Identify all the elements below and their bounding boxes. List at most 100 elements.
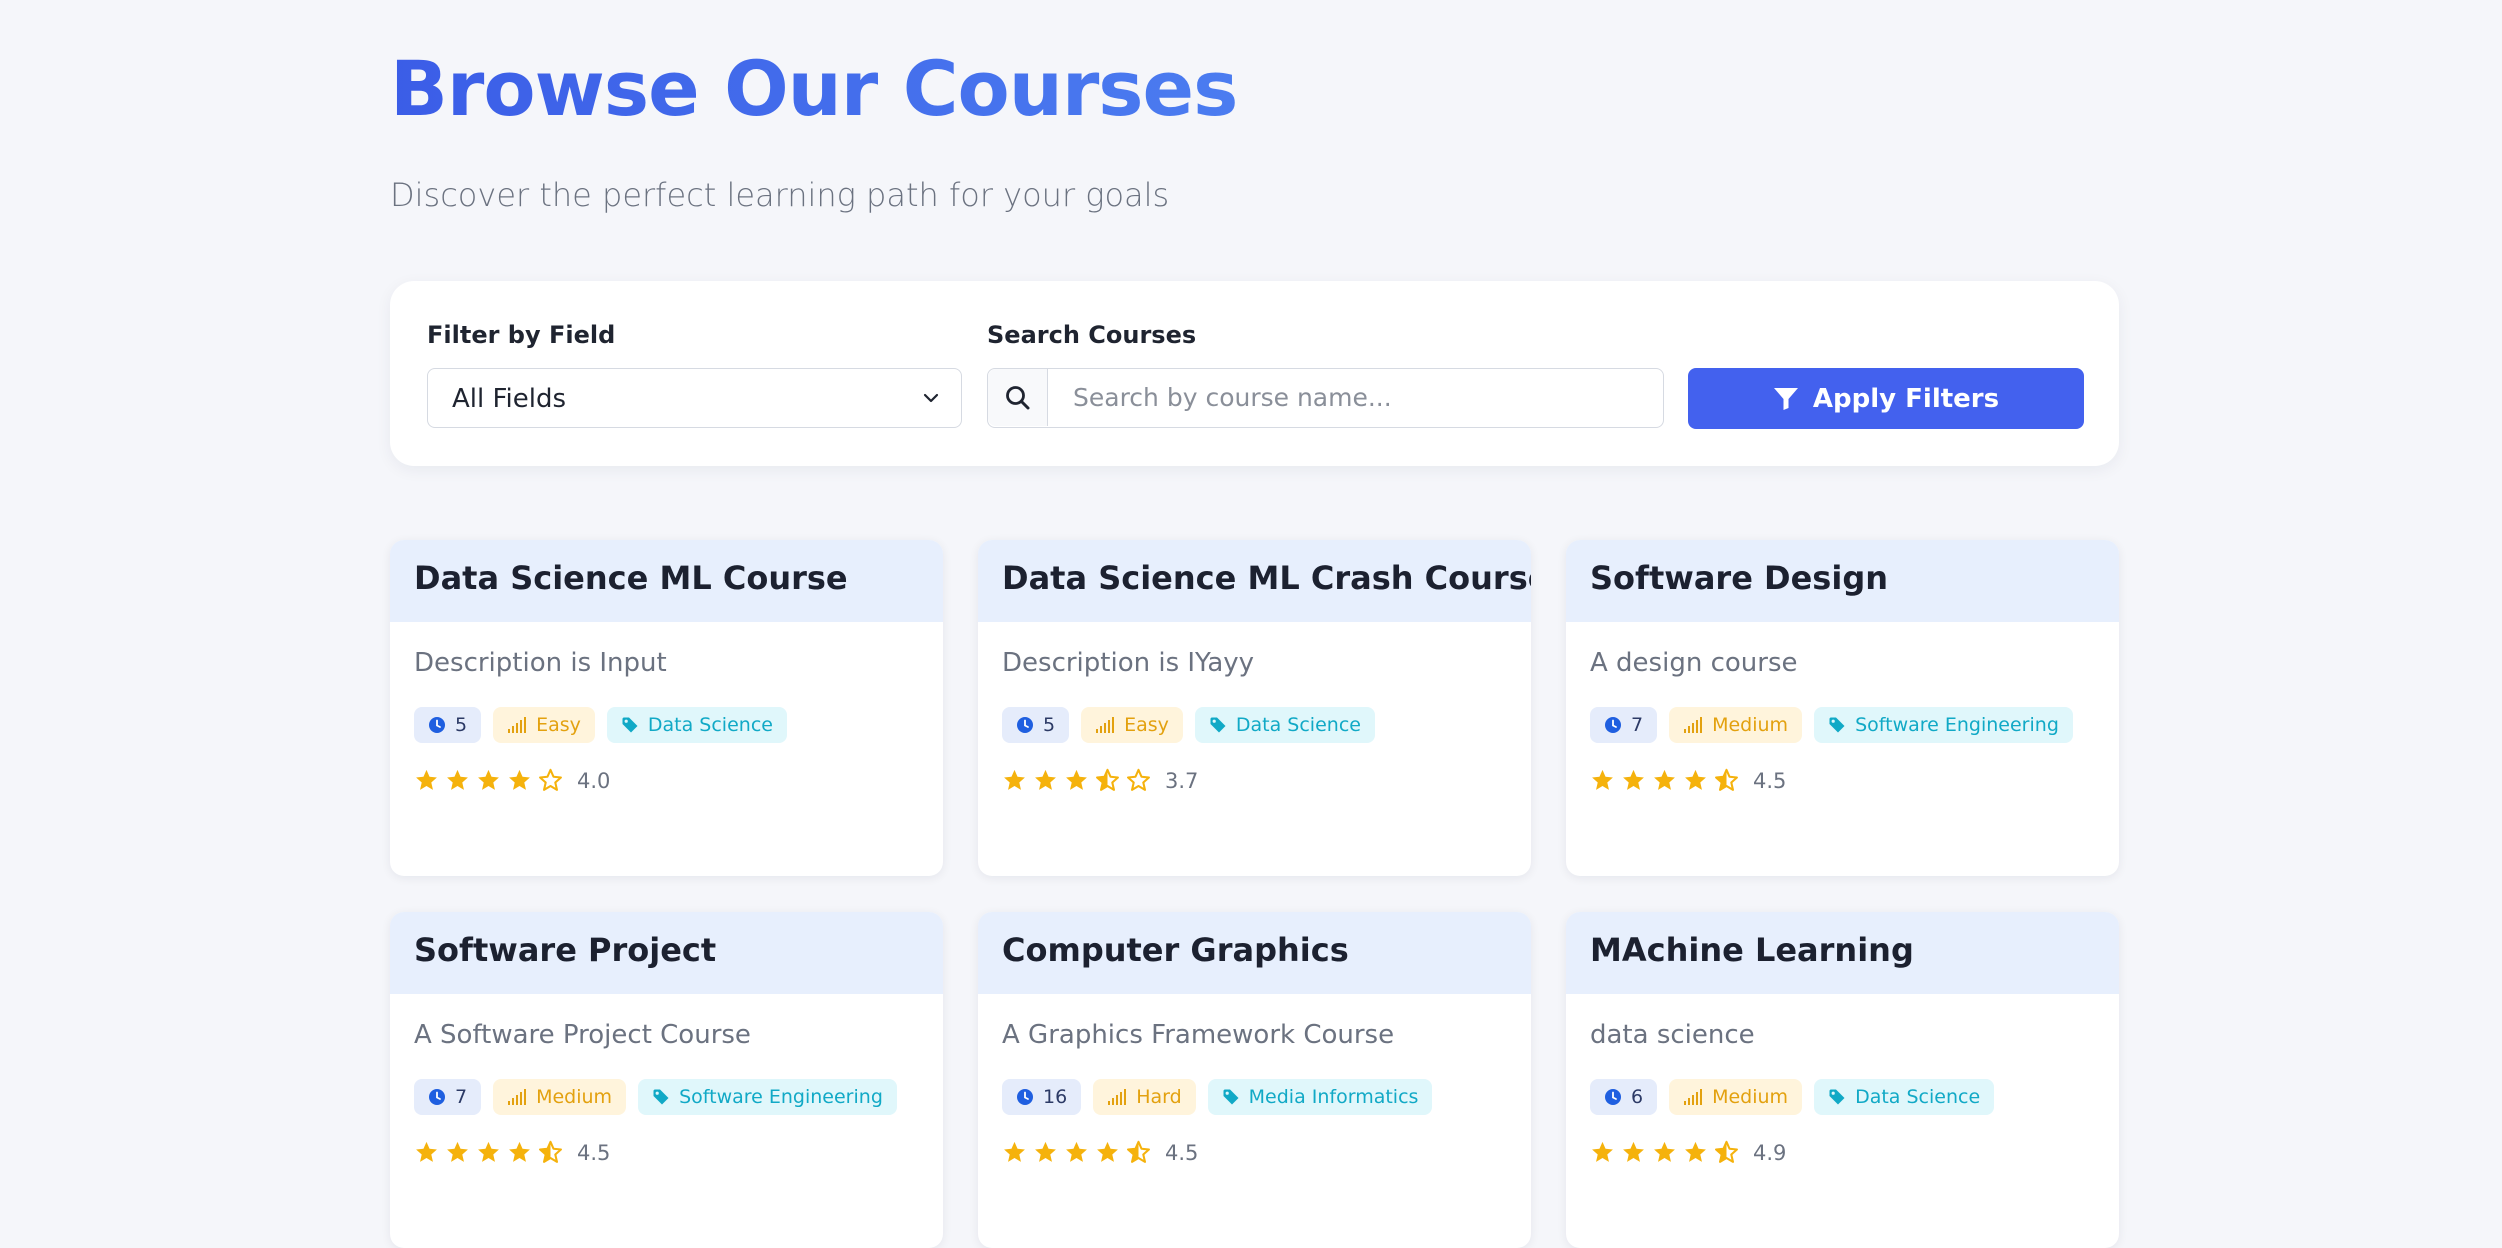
field-select[interactable]: All Fields [427,368,962,428]
course-card-header: Data Science ML Crash Course [978,540,1531,622]
signal-bars-icon [1096,717,1115,733]
field-badge: Data Science [606,707,787,743]
duration-value: 7 [1631,714,1644,736]
search-input[interactable] [1049,369,1659,426]
course-card[interactable]: Software Project A Software Project Cours… [390,912,943,1248]
star-full-icon [447,1141,468,1162]
difficulty-badge: Hard [1093,1079,1196,1115]
star-full-icon [1592,769,1613,790]
signal-bars-icon [508,717,527,733]
tag-icon [1829,1089,1845,1105]
tag-icon [1210,717,1226,733]
duration-badge: 5 [1002,707,1070,743]
difficulty-value: Easy [1124,714,1169,736]
star-half-icon [1127,1140,1150,1163]
duration-value: 5 [455,714,468,736]
course-card-header: Software Project [390,912,943,994]
field-value: Software Engineering [1855,714,2059,736]
course-description: A Software Project Course [414,1020,751,1050]
difficulty-badge: Easy [493,707,595,743]
duration-value: 6 [1631,1086,1644,1108]
star-half-icon [1715,1140,1738,1163]
duration-badge: 7 [414,1079,482,1115]
course-title: Data Science ML Course [414,559,848,597]
signal-bars-icon [1684,1089,1703,1105]
star-full-icon [509,1141,530,1162]
course-card[interactable]: Data Science ML Course Description is Inp… [390,540,943,876]
course-description: data science [1590,1020,1755,1050]
difficulty-badge: Medium [493,1079,627,1115]
star-full-icon [1654,769,1675,790]
field-filter-label: Filter by Field [427,321,616,349]
field-badge: Software Engineering [638,1079,897,1115]
signal-bars-icon [1108,1089,1127,1105]
search-box [987,368,1664,428]
duration-value: 7 [455,1086,468,1108]
course-rating: 3.7 [1002,768,1198,793]
tag-icon [653,1089,669,1105]
course-description: A Graphics Framework Course [1002,1020,1395,1050]
course-title: Computer Graphics [1002,931,1349,969]
difficulty-badge: Medium [1669,1079,1803,1115]
course-tags: 6 Medium Data Science [1590,1079,1995,1115]
field-badge: Data Science [1194,707,1375,743]
difficulty-badge: Medium [1669,707,1803,743]
star-full-icon [1654,1141,1675,1162]
course-rating: 4.5 [1002,1140,1198,1165]
course-card-header: MAchine Learning [1566,912,2119,994]
course-title: Software Design [1590,559,1888,597]
difficulty-value: Medium [1712,714,1789,736]
course-tags: 5 Easy Data Science [414,707,787,743]
course-description: Description is Input [414,648,667,678]
rating-value: 4.9 [1753,1140,1787,1165]
duration-badge: 16 [1002,1079,1082,1115]
tag-icon [622,717,638,733]
course-rating: 4.5 [414,1140,610,1165]
star-full-icon [416,769,437,790]
difficulty-value: Medium [536,1086,613,1108]
duration-value: 16 [1043,1086,1068,1108]
field-badge: Software Engineering [1814,707,2073,743]
course-card[interactable]: Software Design A design course 7 Medium Sof… [1566,540,2119,876]
rating-value: 4.0 [577,768,611,793]
course-title: Data Science ML Crash Course [1002,559,1531,597]
filter-panel: Filter by Field Search Courses All Field… [390,281,2119,466]
course-card-header: Computer Graphics [978,912,1531,994]
star-full-icon [1623,769,1644,790]
page-title: Browse Our Courses [390,44,1238,133]
apply-filters-button[interactable]: Apply Filters [1688,368,2084,429]
star-full-icon [1066,1141,1087,1162]
star-full-icon [1035,1141,1056,1162]
signal-bars-icon [1684,717,1703,733]
star-full-icon [478,1141,499,1162]
course-rating: 4.9 [1590,1140,1786,1165]
star-full-icon [416,1141,437,1162]
difficulty-value: Hard [1136,1086,1182,1108]
course-rating: 4.0 [414,768,610,793]
search-icon [1006,386,1030,410]
course-title: MAchine Learning [1590,931,1914,969]
signal-bars-icon [508,1089,527,1105]
clock-icon [1017,1089,1033,1105]
field-value: Data Science [1235,714,1361,736]
course-card[interactable]: Computer Graphics A Graphics Framework Co… [978,912,1531,1248]
course-title: Software Project [414,931,717,969]
difficulty-value: Medium [1712,1086,1789,1108]
course-tags: 7 Medium Software Engineering [414,1079,897,1115]
difficulty-value: Easy [536,714,581,736]
star-full-icon [1623,1141,1644,1162]
tag-icon [1223,1089,1239,1105]
star-half-icon [539,1140,562,1163]
field-badge: Data Science [1814,1079,1995,1115]
filter-icon [1773,387,1798,410]
star-empty-icon [539,768,562,791]
chevron-down-icon [923,393,939,403]
rating-value: 4.5 [1165,1140,1199,1165]
rating-value: 4.5 [1753,768,1787,793]
course-card[interactable]: Data Science ML Crash Course Description … [978,540,1531,876]
course-tags: 7 Medium Software Engineering [1590,707,2073,743]
course-card[interactable]: MAchine Learning data science 6 Medium Data … [1566,912,2119,1248]
page-subtitle: Discover the perfect learning path for y… [390,176,1170,214]
star-half-icon [1096,768,1119,791]
rating-value: 3.7 [1165,768,1199,793]
